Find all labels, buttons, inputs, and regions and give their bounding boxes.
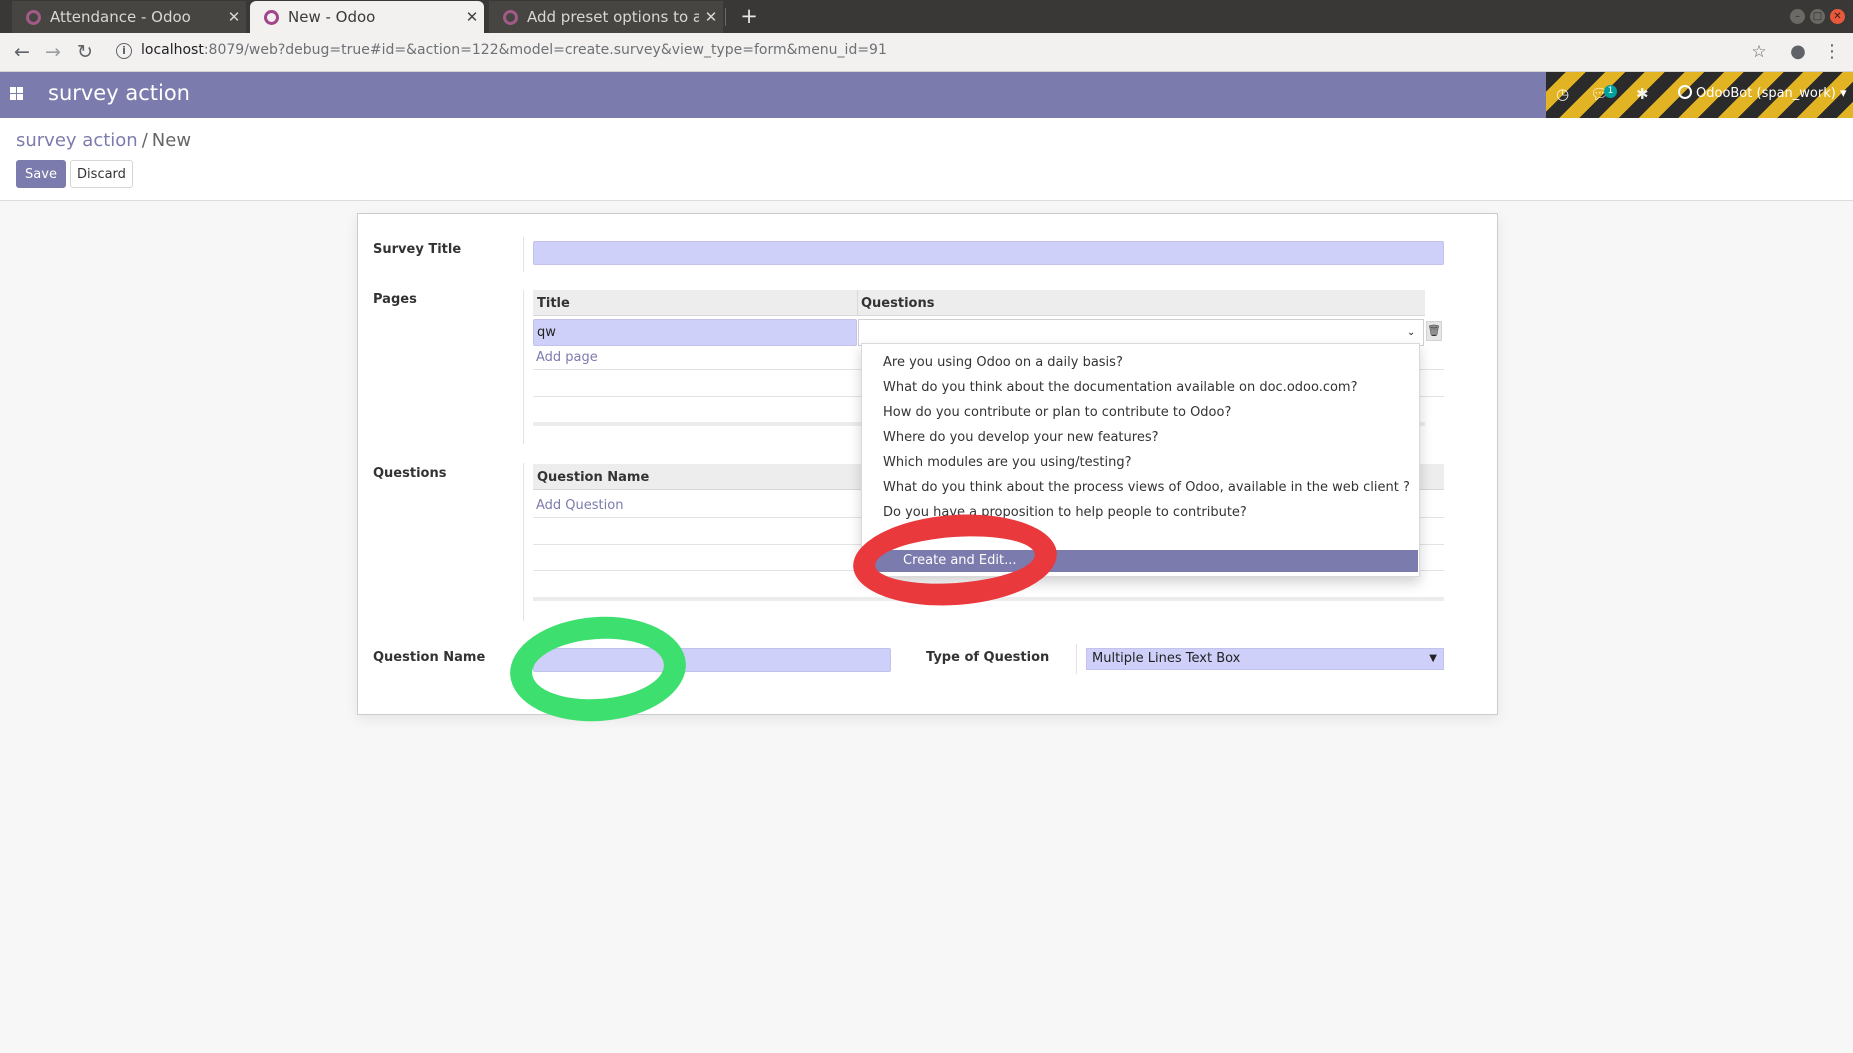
- column-divider: [857, 290, 858, 316]
- url-field[interactable]: localhost:8079/web?debug=true#id=&action…: [141, 42, 887, 58]
- breadcrumb-separator: /: [141, 130, 148, 151]
- column-header-title[interactable]: Title: [537, 296, 570, 311]
- app-title: survey action: [48, 81, 190, 105]
- window-close-icon[interactable]: ✕: [1830, 9, 1845, 24]
- account-icon[interactable]: ●: [1787, 41, 1809, 63]
- tab-add-preset-options[interactable]: Add preset options to a m ✕: [489, 1, 723, 33]
- type-of-question-value: Multiple Lines Text Box: [1092, 651, 1241, 666]
- browser-toolbar: ← → ↻ i localhost:8079/web?debug=true#id…: [0, 33, 1853, 72]
- tab-title: New - Odoo: [288, 8, 376, 26]
- minimize-icon[interactable]: –: [1790, 9, 1805, 24]
- field-divider: [523, 290, 524, 444]
- dropdown-item[interactable]: How do you contribute or plan to contrib…: [883, 405, 1231, 420]
- menu-kebab-icon[interactable]: ⋮: [1821, 41, 1843, 63]
- field-divider: [523, 463, 524, 621]
- pages-table-header: [533, 290, 1425, 316]
- odoo-favicon-icon: [264, 9, 279, 25]
- breadcrumb-parent-link[interactable]: survey action: [16, 130, 138, 151]
- tab-title: Add preset options to a m: [527, 8, 699, 26]
- back-arrow-icon[interactable]: ←: [11, 41, 33, 63]
- chevron-down-icon: ▾: [1839, 86, 1847, 101]
- odoo-favicon-icon: [503, 9, 518, 25]
- tab-divider: [725, 8, 726, 26]
- new-tab-button[interactable]: +: [737, 4, 761, 28]
- avatar: [1678, 85, 1692, 99]
- dropdown-item[interactable]: What do you think about the process view…: [883, 480, 1410, 495]
- activity-clock-icon[interactable]: ◷: [1556, 85, 1569, 103]
- survey-title-label: Survey Title: [373, 242, 462, 257]
- dropdown-item[interactable]: What do you think about the documentatio…: [883, 380, 1358, 395]
- message-count-badge: 1: [1604, 85, 1617, 98]
- user-name: OdooBot (span_work): [1696, 86, 1836, 101]
- select-caret-icon: ▼: [1429, 653, 1437, 664]
- type-of-question-label: Type of Question: [926, 650, 1050, 665]
- survey-title-input[interactable]: [533, 241, 1444, 265]
- reload-icon[interactable]: ↻: [74, 41, 96, 63]
- url-path: :8079/web?debug=true#id=&action=122&mode…: [203, 42, 887, 58]
- breadcrumb-current: New: [151, 130, 192, 151]
- page-questions-input[interactable]: [858, 319, 1424, 346]
- dropdown-item[interactable]: Which modules are you using/testing?: [883, 455, 1132, 470]
- bookmark-star-icon[interactable]: ☆: [1748, 41, 1770, 63]
- tab-new-odoo[interactable]: New - Odoo ✕: [250, 1, 484, 33]
- close-icon[interactable]: ✕: [222, 8, 246, 26]
- maximize-icon[interactable]: □: [1810, 9, 1825, 24]
- discard-button[interactable]: Discard: [70, 160, 133, 188]
- browser-tab-strip: Attendance - Odoo ✕ New - Odoo ✕ Add pre…: [0, 0, 1853, 33]
- breadcrumb: survey action / New: [16, 130, 191, 151]
- forward-arrow-icon[interactable]: →: [42, 41, 64, 63]
- column-header-questions[interactable]: Questions: [861, 296, 934, 311]
- apps-grid-icon[interactable]: [10, 87, 23, 100]
- url-host: localhost: [141, 42, 204, 58]
- save-button[interactable]: Save: [16, 160, 66, 188]
- user-menu[interactable]: OdooBot (span_work) ▾: [1678, 85, 1847, 101]
- page-title-input[interactable]: qw: [533, 319, 857, 346]
- dropdown-item[interactable]: Where do you develop your new features?: [883, 430, 1159, 445]
- field-divider: [523, 237, 524, 272]
- control-panel: survey action / New Save Discard: [0, 118, 1853, 201]
- trash-icon[interactable]: 🗑︎: [1426, 321, 1442, 341]
- question-name-label: Question Name: [373, 650, 486, 665]
- debug-bug-icon[interactable]: ✱: [1636, 85, 1649, 103]
- odoo-favicon-icon: [26, 9, 41, 25]
- column-header-question-name[interactable]: Question Name: [537, 470, 649, 485]
- field-divider: [1076, 644, 1077, 674]
- questions-label: Questions: [373, 466, 447, 481]
- dropdown-item[interactable]: Are you using Odoo on a daily basis?: [883, 355, 1123, 370]
- tab-title: Attendance - Odoo: [50, 8, 191, 26]
- pages-label: Pages: [373, 292, 417, 307]
- caret-down-icon[interactable]: ⌄: [1407, 327, 1415, 338]
- add-page-link[interactable]: Add page: [536, 350, 598, 365]
- close-icon[interactable]: ✕: [699, 8, 723, 26]
- odoo-navbar: survey action ◷ 💬︎ ✱ OdooBot (span_work)…: [0, 72, 1853, 118]
- tab-attendance[interactable]: Attendance - Odoo ✕: [12, 1, 246, 33]
- site-info-icon[interactable]: i: [116, 43, 132, 59]
- add-question-link[interactable]: Add Question: [536, 498, 623, 513]
- type-of-question-select[interactable]: Multiple Lines Text Box ▼: [1086, 648, 1444, 670]
- close-icon[interactable]: ✕: [460, 8, 484, 26]
